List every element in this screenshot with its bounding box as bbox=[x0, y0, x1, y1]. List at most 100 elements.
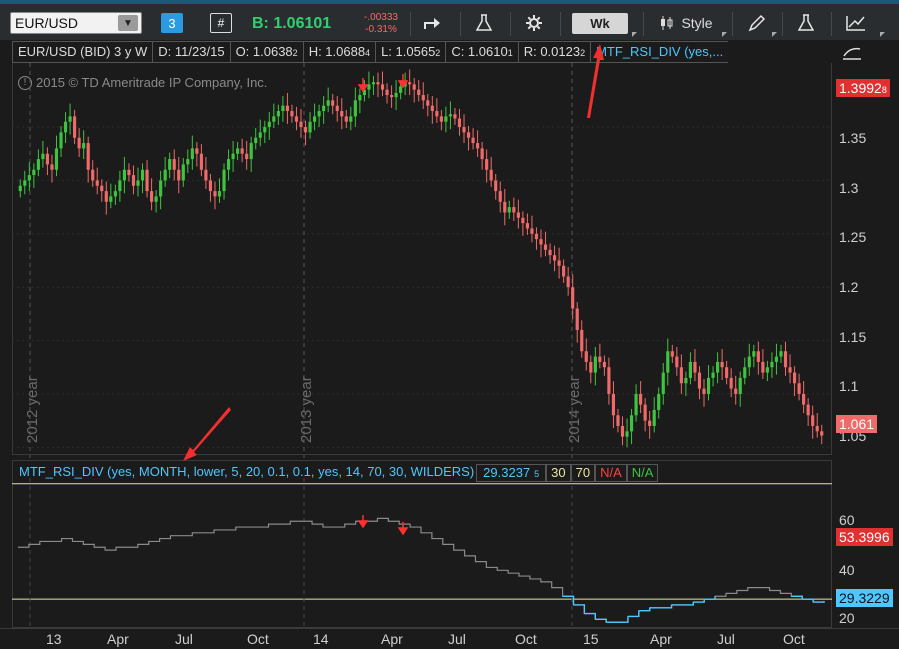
divider bbox=[831, 12, 832, 36]
candle-body bbox=[711, 372, 715, 378]
candle-body bbox=[199, 153, 203, 170]
chart-header: EUR/USD (BID) 3 y W D: 11/23/15 O: 1.063… bbox=[12, 41, 832, 63]
top-toolbar: EUR/USD ▼ 3 # B: 1.06101 -.00333 -0.31% … bbox=[0, 0, 899, 40]
candle-body bbox=[353, 100, 357, 117]
share-icon[interactable] bbox=[418, 10, 448, 36]
candle-body bbox=[652, 409, 656, 426]
drawings-icon[interactable] bbox=[842, 45, 862, 64]
candle-body bbox=[811, 415, 815, 426]
candle-body bbox=[480, 148, 484, 160]
style-button[interactable]: Style bbox=[652, 10, 720, 36]
year-label-2014: 2014 year bbox=[566, 376, 583, 443]
time-tick: Jul bbox=[448, 631, 466, 647]
candle-body bbox=[430, 105, 434, 112]
candle-body bbox=[421, 95, 425, 101]
candle-body bbox=[290, 111, 294, 117]
candle-body bbox=[340, 111, 344, 117]
candle-body bbox=[109, 196, 113, 202]
candle-body bbox=[616, 415, 620, 426]
candle-body bbox=[444, 116, 448, 122]
pencil-icon[interactable] bbox=[742, 10, 772, 36]
gear-icon[interactable] bbox=[519, 10, 549, 36]
candle-body bbox=[670, 351, 674, 357]
candle-body bbox=[281, 105, 285, 112]
candle-body bbox=[684, 377, 688, 384]
price-tick: 1.3 bbox=[839, 180, 859, 196]
candle-body bbox=[140, 169, 145, 181]
candle-body bbox=[661, 372, 665, 394]
candle-body bbox=[466, 132, 471, 138]
candle-body bbox=[217, 191, 222, 197]
candle-body bbox=[299, 121, 303, 128]
candle-body bbox=[258, 132, 262, 138]
candle-body bbox=[679, 367, 683, 384]
candle-body bbox=[118, 180, 122, 192]
divider bbox=[410, 12, 411, 36]
candle-body bbox=[95, 180, 99, 186]
candle-body bbox=[557, 260, 561, 266]
candle-body bbox=[380, 84, 385, 90]
high-price-tag: 1.39928 bbox=[836, 79, 890, 97]
corner-arrow-icon bbox=[880, 32, 885, 37]
time-tick: Oct bbox=[247, 631, 269, 647]
candle-body bbox=[820, 431, 824, 436]
timeframe-button[interactable]: Wk bbox=[572, 13, 628, 34]
candle-body bbox=[344, 116, 348, 122]
candle-body bbox=[602, 361, 606, 368]
price-tick: 1.35 bbox=[839, 130, 867, 146]
rsi-cyan-tag: 29.3229 bbox=[836, 589, 893, 607]
candle-body bbox=[267, 121, 271, 128]
last-price-tag: 1.061 bbox=[836, 415, 878, 433]
change-abs: -.00333 bbox=[364, 12, 398, 23]
candle-body bbox=[127, 169, 131, 176]
candle-body bbox=[331, 100, 335, 106]
candle-body bbox=[222, 169, 226, 192]
bar-high: H: 1.06884 bbox=[303, 41, 377, 63]
candle-body bbox=[788, 367, 792, 373]
candle-body bbox=[761, 361, 765, 373]
candle-body bbox=[313, 116, 317, 122]
candle-body bbox=[598, 356, 602, 362]
drawings-icon[interactable] bbox=[841, 10, 871, 36]
study-header-label[interactable]: MTF_RSI_DIV (yes,... bbox=[591, 41, 729, 63]
candle-body bbox=[73, 116, 77, 138]
candle-body bbox=[648, 420, 652, 426]
link-group-button[interactable]: 3 bbox=[161, 13, 183, 33]
flask-icon[interactable] bbox=[791, 10, 821, 36]
divider bbox=[782, 12, 783, 36]
candle-body bbox=[163, 169, 167, 181]
divider bbox=[643, 12, 644, 36]
candle-body bbox=[249, 143, 253, 160]
candle-body bbox=[770, 361, 774, 368]
flask-icon[interactable] bbox=[469, 10, 499, 36]
symbol-selector[interactable]: EUR/USD ▼ bbox=[10, 12, 142, 34]
candle-body bbox=[521, 217, 525, 224]
candle-body bbox=[326, 100, 330, 106]
price-axis[interactable]: 1.35 1.3 1.25 1.2 1.15 1.1 1.05 bbox=[833, 63, 899, 458]
candle-body bbox=[580, 329, 584, 352]
candle-body bbox=[36, 159, 40, 170]
candle-body bbox=[498, 191, 502, 202]
candle-body bbox=[534, 233, 539, 240]
candle-body bbox=[512, 207, 516, 213]
year-label-2013: 2013 year bbox=[298, 376, 315, 443]
candle-body bbox=[149, 191, 154, 202]
hash-icon[interactable]: # bbox=[210, 13, 232, 33]
candle-body bbox=[539, 239, 543, 245]
candle-body bbox=[815, 425, 819, 432]
candle-body bbox=[32, 169, 36, 176]
candle-body bbox=[172, 159, 176, 170]
candle-body bbox=[476, 143, 480, 149]
time-axis[interactable]: 13 Apr Jul Oct 14 Apr Jul Oct 15 Apr Jul… bbox=[0, 628, 899, 649]
chevron-down-icon[interactable]: ▼ bbox=[118, 15, 138, 31]
candle-body bbox=[77, 137, 81, 149]
bid-price: B: 1.06101 bbox=[252, 15, 332, 32]
candle-body bbox=[389, 95, 394, 98]
candle-body bbox=[86, 143, 90, 170]
candle-body bbox=[376, 82, 380, 85]
candle-body bbox=[317, 111, 321, 117]
candle-body bbox=[394, 92, 398, 98]
candle-body bbox=[371, 82, 376, 85]
candle-body bbox=[367, 84, 371, 90]
price-tick: 1.15 bbox=[839, 329, 867, 345]
